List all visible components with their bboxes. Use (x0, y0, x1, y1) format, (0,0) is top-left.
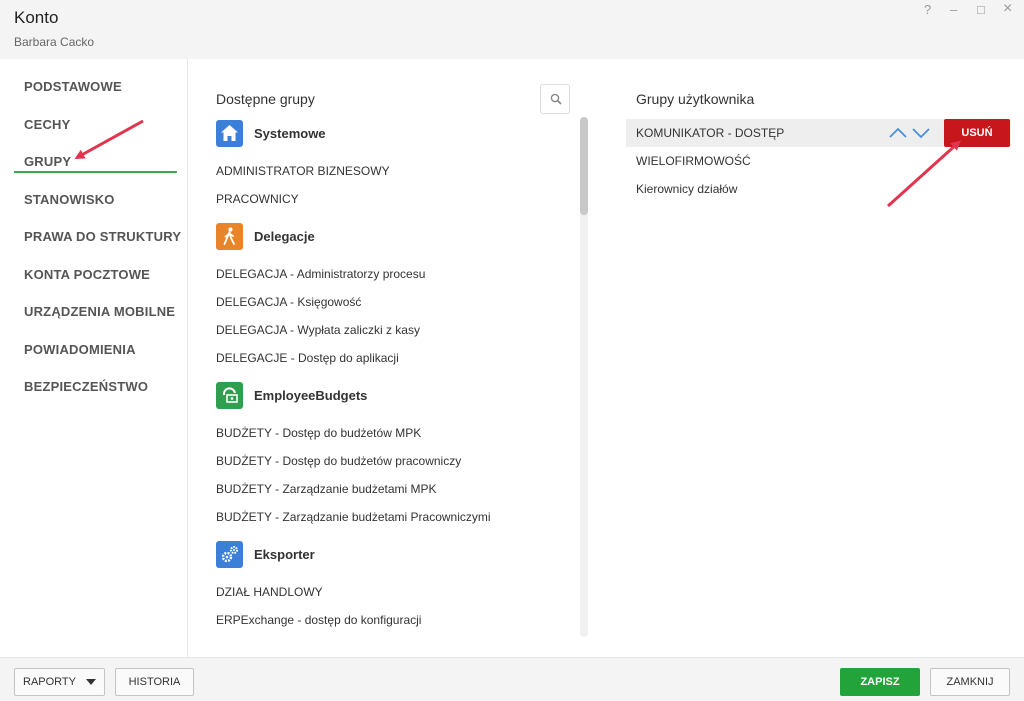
reports-label: RAPORTY (23, 676, 76, 688)
list-item[interactable]: BUDŻETY - Zarządzanie budżetami MPK (216, 482, 437, 496)
move-down-icon[interactable] (911, 123, 931, 143)
user-group-label: WIELOFIRMOWOŚĆ (636, 154, 751, 168)
reports-dropdown-button[interactable]: RAPORTY (14, 668, 105, 696)
user-group-row[interactable]: Kierownicy działów (626, 175, 1011, 203)
walking-person-icon (216, 223, 243, 250)
list-item[interactable]: DZIAŁ HANDLOWY (216, 585, 323, 599)
window-header: Konto Barbara Cacko ? – □ × (0, 0, 1024, 59)
scrollbar-thumb[interactable] (580, 117, 588, 215)
list-item[interactable]: DELEGACJA - Administratorzy procesu (216, 267, 425, 281)
move-up-icon[interactable] (888, 123, 908, 143)
list-item[interactable]: BUDŻETY - Zarządzanie budżetami Pracowni… (216, 510, 491, 524)
available-groups-title: Dostępne grupy (216, 91, 315, 107)
category-label: EmployeeBudgets (254, 388, 368, 403)
sidebar-item-podstawowe[interactable]: PODSTAWOWE (24, 79, 122, 94)
list-item[interactable]: ADMINISTRATOR BIZNESOWY (216, 164, 390, 178)
save-button[interactable]: ZAPISZ (840, 668, 920, 696)
category-label: Systemowe (254, 126, 326, 141)
list-item[interactable]: DELEGACJA - Księgowość (216, 295, 361, 309)
available-groups-list: Systemowe ADMINISTRATOR BIZNESOWY PRACOW… (188, 117, 588, 637)
sidebar-item-powiadomienia[interactable]: POWIADOMIENIA (24, 342, 136, 357)
scrollbar[interactable] (580, 117, 588, 637)
maximize-icon[interactable]: □ (977, 2, 985, 17)
home-icon (216, 120, 243, 147)
list-item[interactable]: BUDŻETY - Dostęp do budżetów pracowniczy (216, 454, 461, 468)
window-title: Konto (14, 8, 59, 27)
list-item[interactable]: DELEGACJE - Dostęp do aplikacji (216, 351, 399, 365)
active-tab-indicator (14, 171, 177, 173)
list-item[interactable]: DELEGACJA - Wypłata zaliczki z kasy (216, 323, 420, 337)
minimize-icon[interactable]: – (950, 2, 957, 17)
close-button[interactable]: ZAMKNIJ (930, 668, 1010, 696)
window-subtitle: Barbara Cacko (14, 35, 95, 49)
sidebar-item-stanowisko[interactable]: STANOWISKO (24, 192, 115, 207)
search-button[interactable] (540, 84, 570, 114)
user-group-label: KOMUNIKATOR - DOSTĘP (636, 126, 785, 140)
sidebar-item-cechy[interactable]: CECHY (24, 117, 71, 132)
footer-bar: RAPORTY HISTORIA ZAPISZ ZAMKNIJ (0, 657, 1024, 701)
sidebar: PODSTAWOWE CECHY GRUPY STANOWISKO PRAWA … (0, 59, 188, 657)
user-groups-title: Grupy użytkownika (636, 91, 755, 107)
sidebar-item-urzadzenia-mobilne[interactable]: URZĄDZENIA MOBILNE (24, 304, 175, 319)
history-button[interactable]: HISTORIA (115, 668, 194, 696)
list-item[interactable]: BUDŻETY - Dostęp do budżetów MPK (216, 426, 421, 440)
search-icon (550, 93, 562, 105)
sidebar-item-konta-pocztowe[interactable]: KONTA POCZTOWE (24, 267, 150, 282)
chevron-down-icon (85, 679, 96, 686)
gears-icon (216, 541, 243, 568)
user-group-row[interactable]: WIELOFIRMOWOŚĆ (626, 147, 1011, 175)
user-group-label: Kierownicy działów (636, 182, 738, 196)
budget-icon (216, 382, 243, 409)
sidebar-item-grupy[interactable]: GRUPY (24, 154, 71, 169)
close-icon[interactable]: × (1003, 0, 1012, 18)
category-label: Eksporter (254, 547, 315, 562)
list-item[interactable]: ERPExchange - dostęp do konfiguracji (216, 613, 421, 627)
sidebar-item-bezpieczenstwo[interactable]: BEZPIECZEŃSTWO (24, 379, 148, 394)
sidebar-item-prawa-do-struktury[interactable]: PRAWA DO STRUKTURY (24, 229, 181, 244)
list-item[interactable]: PRACOWNICY (216, 192, 299, 206)
category-label: Delegacje (254, 229, 315, 244)
delete-button[interactable]: USUŃ (944, 119, 1010, 147)
help-icon[interactable]: ? (924, 2, 931, 17)
